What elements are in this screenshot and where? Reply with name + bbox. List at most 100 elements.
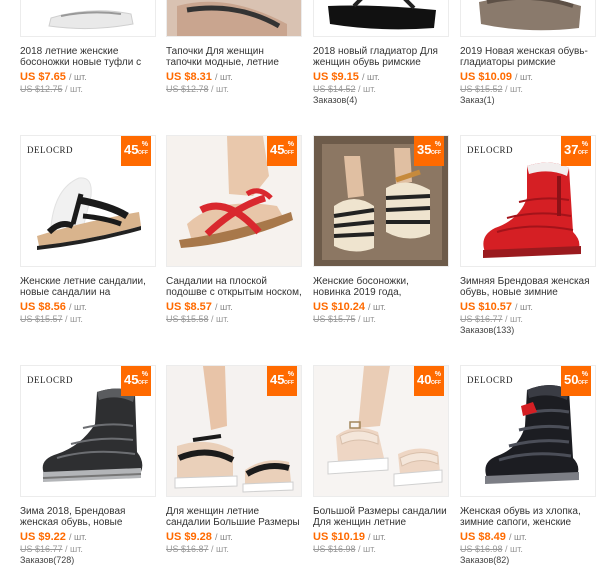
product-title[interactable]: 2018 летние женские босоножки новые туфл… (20, 46, 156, 68)
original-price: US $16.77 / шт. (460, 314, 596, 325)
original-price: US $12.75 / шт. (20, 84, 156, 95)
original-price-unit: / шт. (505, 544, 523, 554)
product-price: US $10.09 / шт. (460, 70, 596, 84)
product-image[interactable]: 45% OFF (166, 135, 302, 267)
discount-badge: 40% OFF (414, 366, 444, 396)
price-unit: / шт. (515, 72, 533, 82)
product-card[interactable]: DELOCRD 37% OFF Зимняя Брендовая женская … (460, 135, 596, 336)
original-price-value: US $15.58 (166, 314, 209, 324)
product-image[interactable]: 35% OFF (313, 135, 449, 267)
discount-percent: % (141, 371, 148, 378)
price-value: US $7.65 (20, 71, 66, 83)
original-price-value: US $12.78 (166, 84, 209, 94)
brand-logo: DELOCRD (27, 375, 73, 385)
discount-value: 50 (564, 372, 579, 387)
discount-badge: 45% OFF (121, 136, 151, 166)
product-title[interactable]: 2018 новый гладиатор Для женщин обувь ри… (313, 46, 449, 68)
product-price: US $8.49 / шт. (460, 530, 596, 544)
product-card[interactable]: 45% OFF Для женщин летние сандалии Больши… (166, 365, 302, 555)
original-price-unit: / шт. (65, 544, 83, 554)
product-title[interactable]: Зима 2018, Брендовая женская обувь, новы… (20, 506, 156, 528)
product-card[interactable]: 2018 новый гладиатор Для женщин обувь ри… (313, 0, 449, 106)
brand-logo: DELOCRD (467, 145, 513, 155)
original-price-value: US $14.52 (313, 84, 356, 94)
product-image[interactable] (20, 0, 156, 37)
order-count: Заказов(133) (460, 325, 515, 335)
product-price: US $10.24 / шт. (313, 300, 449, 314)
product-price: US $8.56 / шт. (20, 300, 156, 314)
original-price: US $15.57 / шт. (20, 314, 156, 325)
price-unit: / шт. (368, 532, 386, 542)
price-unit: / шт. (214, 302, 233, 312)
original-price-value: US $16.77 (20, 544, 63, 554)
original-price-unit: / шт. (211, 84, 229, 94)
product-title[interactable]: Женские летние сандалии, новые сандалии … (20, 276, 156, 298)
discount-value: 40 (417, 372, 432, 387)
order-count: Заказов(82) (460, 555, 510, 565)
product-card[interactable]: 45% OFF Сандалии на плоской подошве с отк… (166, 135, 302, 325)
discount-off: OFF (431, 150, 441, 156)
product-title[interactable]: Сандалии на плоской подошве с открытым н… (166, 276, 302, 298)
product-image[interactable]: DELOCRD 50% OFF (460, 365, 596, 497)
original-price-value: US $15.75 (313, 314, 356, 324)
original-price-value: US $15.52 (460, 84, 503, 94)
discount-off: OFF (284, 380, 294, 386)
product-card[interactable]: 2019 Новая женская обувь-гладиаторы римс… (460, 0, 596, 106)
product-price: US $9.15 / шт. (313, 70, 449, 84)
product-title[interactable]: 2019 Новая женская обувь-гладиаторы римс… (460, 46, 596, 68)
discount-percent: % (141, 141, 148, 148)
discount-percent: % (287, 141, 294, 148)
product-title[interactable]: Женская обувь из хлопка, зимние сапоги, … (460, 506, 596, 528)
original-price: US $15.75 / шт. (313, 314, 449, 325)
product-price: US $7.65 / шт. (20, 70, 156, 84)
discount-off: OFF (578, 380, 588, 386)
discount-badge: 45% OFF (121, 366, 151, 396)
original-price-value: US $16.77 (460, 314, 503, 324)
original-price-unit: / шт. (358, 314, 376, 324)
discount-off: OFF (578, 150, 588, 156)
discount-percent: % (434, 141, 441, 148)
product-title[interactable]: Большой Размеры сандалии Для женщин летн… (313, 506, 449, 528)
product-image[interactable]: DELOCRD 45% OFF (20, 135, 156, 267)
product-card[interactable]: DELOCRD 50% OFF Женская обувь из хлопка, … (460, 365, 596, 566)
product-image[interactable]: 40% OFF (313, 365, 449, 497)
original-price-unit: / шт. (358, 544, 376, 554)
price-value: US $9.22 (20, 531, 66, 543)
product-image[interactable] (313, 0, 449, 37)
product-image[interactable] (166, 0, 302, 37)
product-image[interactable] (460, 0, 596, 37)
price-unit: / шт. (68, 302, 87, 312)
product-image[interactable]: DELOCRD 37% OFF (460, 135, 596, 267)
product-price: US $8.31 / шт. (166, 70, 302, 84)
product-title[interactable]: Тапочки Для женщин тапочки модные, летни… (166, 46, 302, 68)
price-unit: / шт. (368, 302, 386, 312)
product-photo (328, 0, 436, 30)
price-value: US $9.28 (166, 531, 212, 543)
product-price: US $9.22 / шт. (20, 530, 156, 544)
original-price-unit: / шт. (211, 544, 229, 554)
product-price: US $8.57 / шт. (166, 300, 302, 314)
original-price-value: US $12.75 (20, 84, 63, 94)
product-title[interactable]: Женские босоножки, новинка 2019 года, бо… (313, 276, 449, 298)
original-price: US $12.78 / шт. (166, 84, 302, 95)
original-price: US $15.52 / шт. (460, 84, 596, 95)
product-image[interactable]: 45% OFF (166, 365, 302, 497)
discount-value: 35 (417, 142, 432, 157)
product-title[interactable]: Для женщин летние сандалии Большие Разме… (166, 506, 302, 528)
original-price-value: US $16.87 (166, 544, 209, 554)
original-price-unit: / шт. (505, 84, 523, 94)
price-value: US $8.56 (20, 301, 66, 313)
product-card[interactable]: 40% OFF Большой Размеры сандалии Для женщ… (313, 365, 449, 555)
discount-badge: 45% OFF (267, 136, 297, 166)
product-card[interactable]: DELOCRD 45% OFF Женские летние сандалии, … (20, 135, 156, 325)
original-price-unit: / шт. (65, 84, 83, 94)
product-card[interactable]: 35% OFF Женские босоножки, новинка 2019 г… (313, 135, 449, 325)
original-price-unit: / шт. (358, 84, 376, 94)
discount-value: 45 (124, 372, 139, 387)
product-card[interactable]: Тапочки Для женщин тапочки модные, летни… (166, 0, 302, 95)
product-card[interactable]: DELOCRD 45% OFF Зима 2018, Брендовая женс… (20, 365, 156, 566)
product-image[interactable]: DELOCRD 45% OFF (20, 365, 156, 497)
product-title[interactable]: Зимняя Брендовая женская обувь, новые зи… (460, 276, 596, 298)
order-count: Заказов(728) (20, 555, 75, 565)
product-card[interactable]: 2018 летние женские босоножки новые туфл… (20, 0, 156, 95)
